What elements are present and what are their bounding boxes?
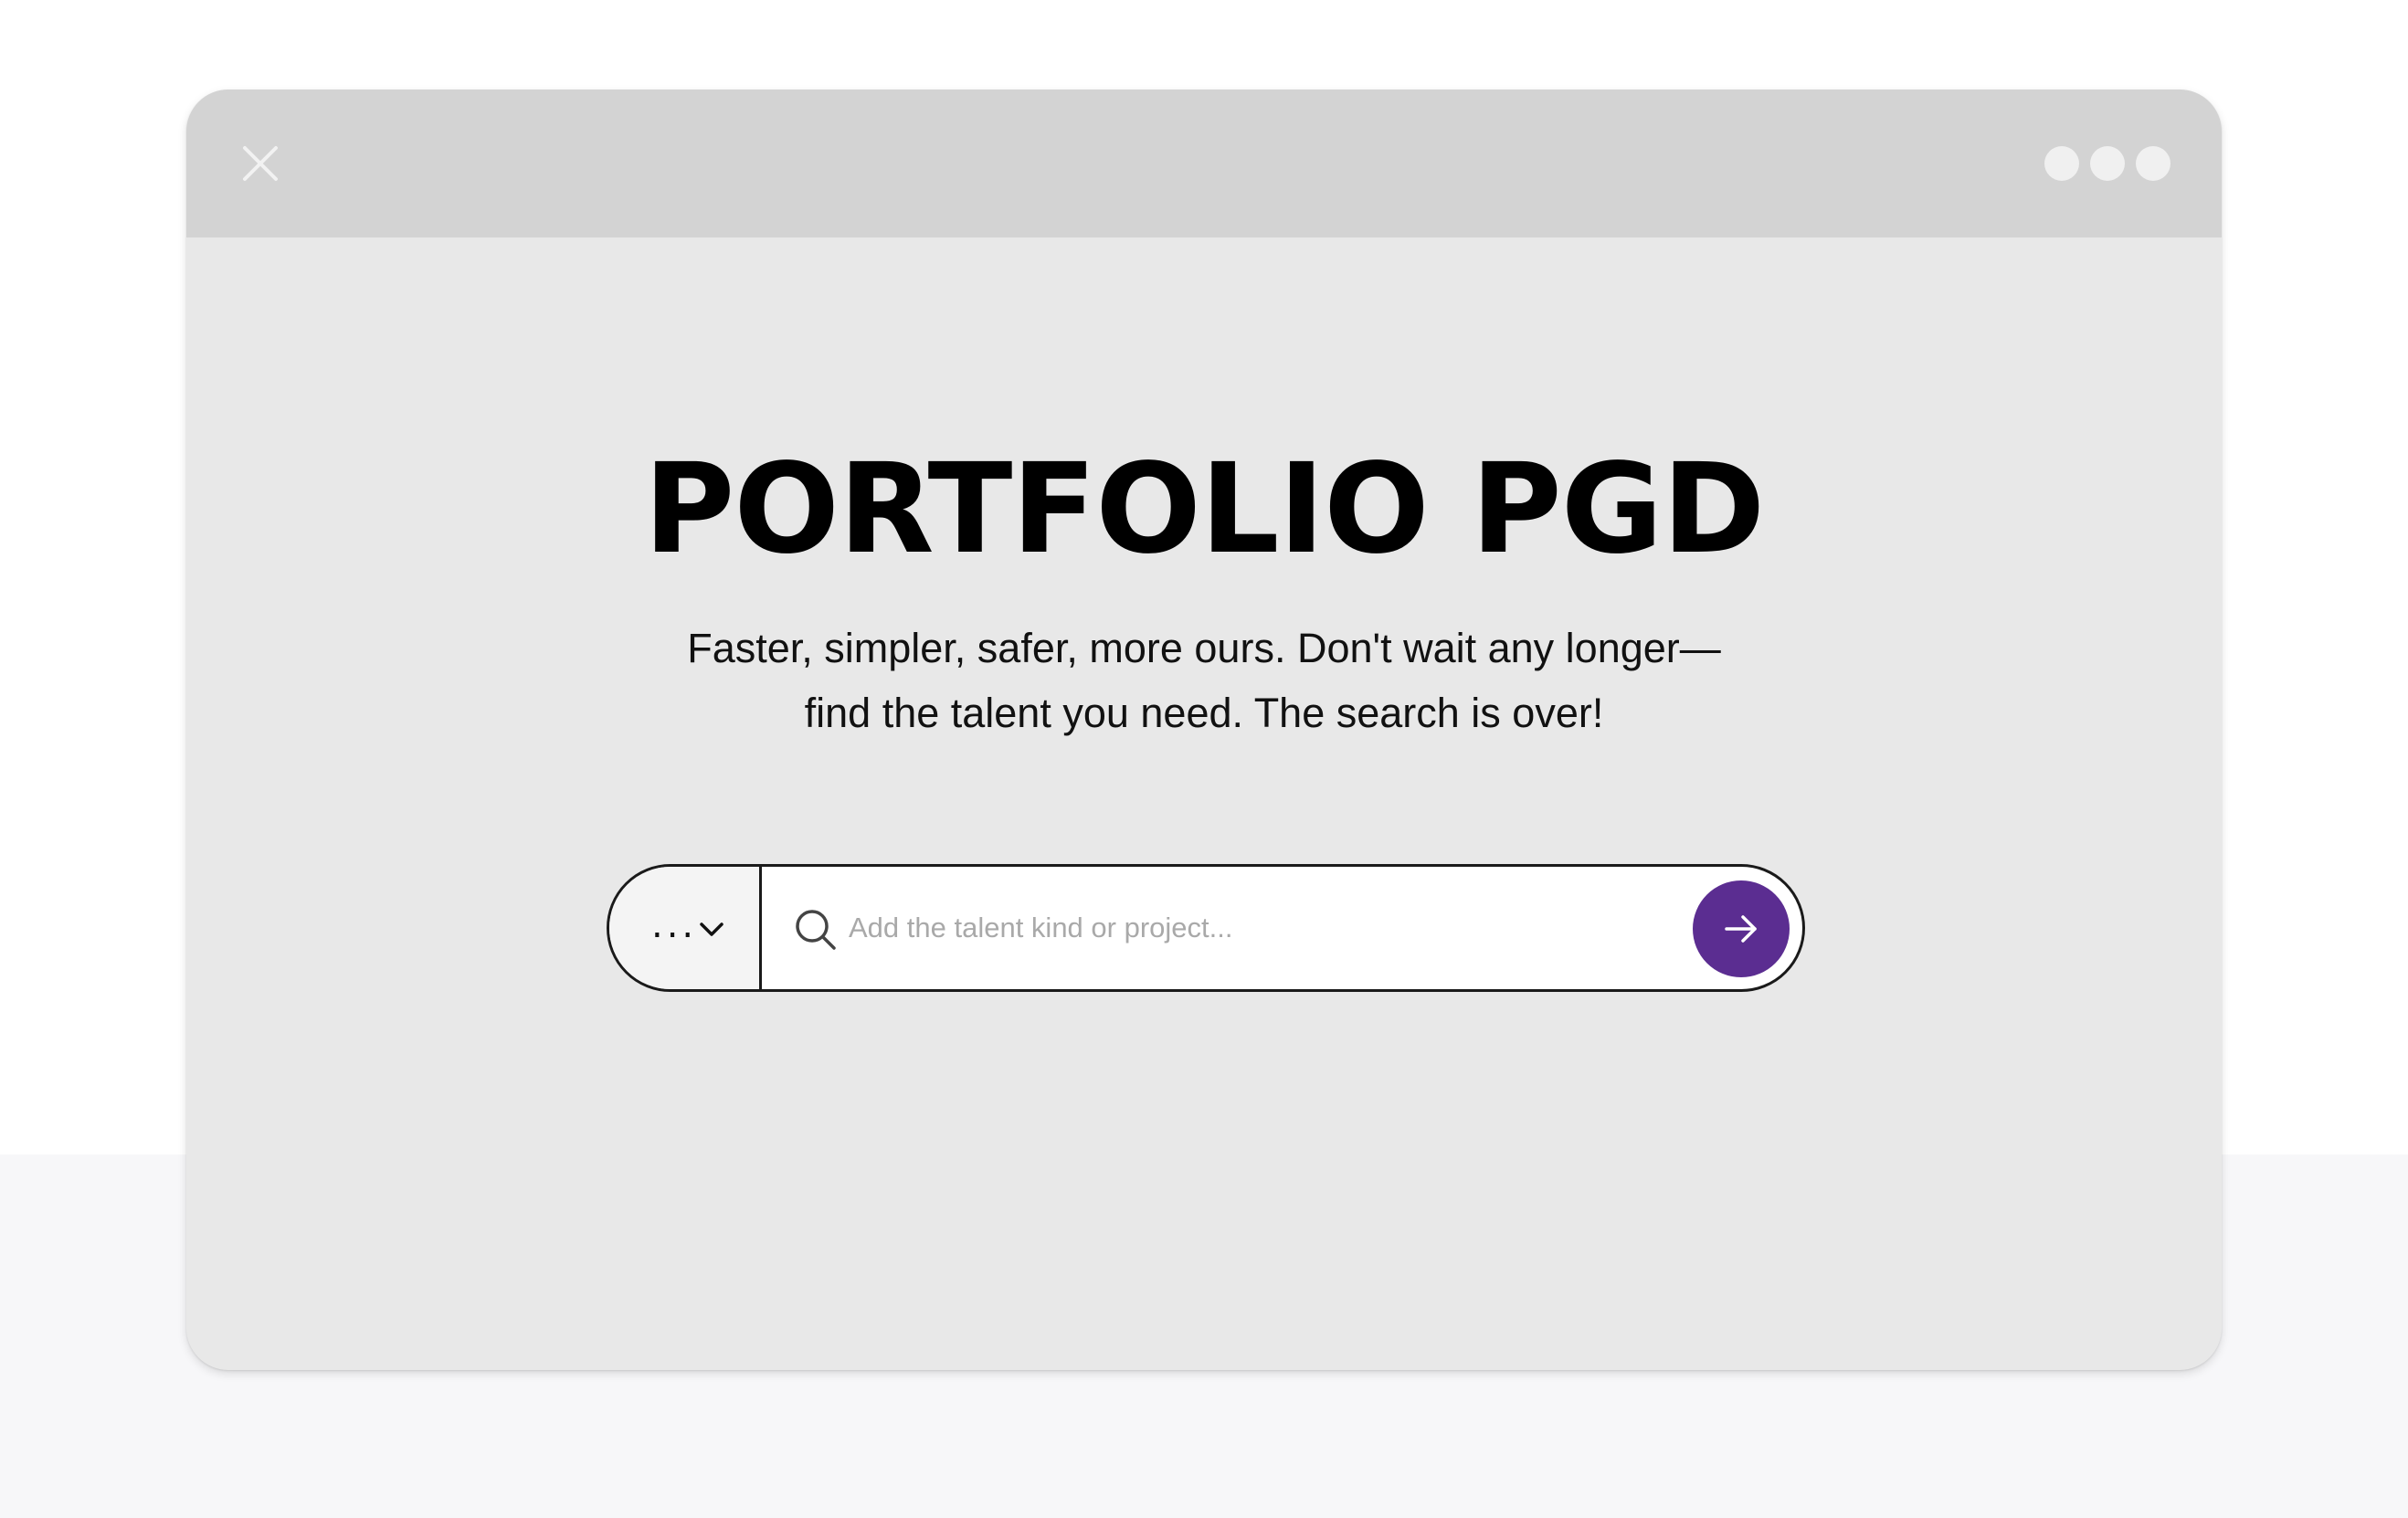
window-titlebar <box>186 90 2222 237</box>
search-submit-button[interactable] <box>1693 880 1790 977</box>
more-dots-icon[interactable] <box>2044 146 2170 181</box>
browser-window: PORTFOLIO PGD Faster, simpler, safer, mo… <box>186 90 2222 1370</box>
window-dot <box>2090 146 2125 181</box>
chevron-down-icon <box>700 922 723 936</box>
window-dot <box>2044 146 2079 181</box>
dropdown-value: ... <box>651 904 698 946</box>
arrow-right-icon <box>1725 915 1757 943</box>
search-input[interactable] <box>849 894 1653 962</box>
window-dot <box>2136 146 2170 181</box>
category-dropdown[interactable]: ... <box>609 867 762 989</box>
page-title: PORTFOLIO PGD <box>643 437 1766 582</box>
close-icon <box>243 146 278 181</box>
search-bar: ... <box>607 864 1805 992</box>
search-icon <box>796 910 836 950</box>
page-subtitle: Faster, simpler, safer, more ours. Don't… <box>687 625 1721 736</box>
close-button[interactable] <box>236 139 285 188</box>
